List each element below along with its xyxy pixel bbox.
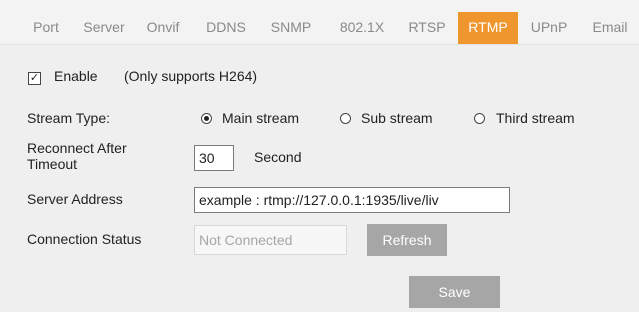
sub-stream-label[interactable]: Sub stream [361, 110, 433, 126]
main-stream-label[interactable]: Main stream [222, 110, 299, 126]
reconnect-timeout-input[interactable]: 30 [194, 145, 234, 171]
reconnect-label: Reconnect After Timeout [27, 140, 127, 172]
rtmp-settings-panel: ✓ Enable (Only supports H264) Stream Typ… [0, 45, 639, 312]
tab-upnp[interactable]: UPnP [524, 12, 574, 44]
tab-ddns[interactable]: DDNS [197, 12, 255, 44]
server-address-input[interactable]: example : rtmp://127.0.0.1:1935/live/liv [194, 187, 510, 213]
connection-status-label: Connection Status [27, 231, 142, 247]
connection-status-field: Not Connected [194, 225, 347, 255]
reconnect-unit-label: Second [254, 149, 302, 165]
tab-snmp[interactable]: SNMP [261, 12, 321, 44]
enable-checkbox[interactable]: ✓ [28, 72, 41, 85]
server-address-label: Server Address [27, 191, 123, 207]
stream-type-label: Stream Type: [27, 110, 111, 126]
reconnect-label-line2: Timeout [27, 156, 78, 172]
save-button[interactable]: Save [409, 276, 500, 308]
enable-note: (Only supports H264) [124, 68, 258, 84]
refresh-button[interactable]: Refresh [367, 224, 447, 256]
third-stream-radio[interactable] [474, 113, 485, 124]
tab-server[interactable]: Server [76, 12, 132, 44]
tab-email[interactable]: Email [584, 12, 636, 44]
reconnect-label-line1: Reconnect After [27, 140, 127, 156]
enable-label: Enable [54, 68, 98, 84]
tab-onvif[interactable]: Onvif [137, 12, 189, 44]
main-stream-radio[interactable] [201, 113, 212, 124]
tab-bar: Port Server Onvif DDNS SNMP 802.1X RTSP … [0, 0, 639, 45]
third-stream-label[interactable]: Third stream [496, 110, 575, 126]
tab-rtsp[interactable]: RTSP [400, 12, 454, 44]
tab-8021x[interactable]: 802.1X [333, 12, 391, 44]
tab-port[interactable]: Port [24, 12, 68, 44]
tab-rtmp[interactable]: RTMP [458, 12, 518, 44]
sub-stream-radio[interactable] [340, 113, 351, 124]
